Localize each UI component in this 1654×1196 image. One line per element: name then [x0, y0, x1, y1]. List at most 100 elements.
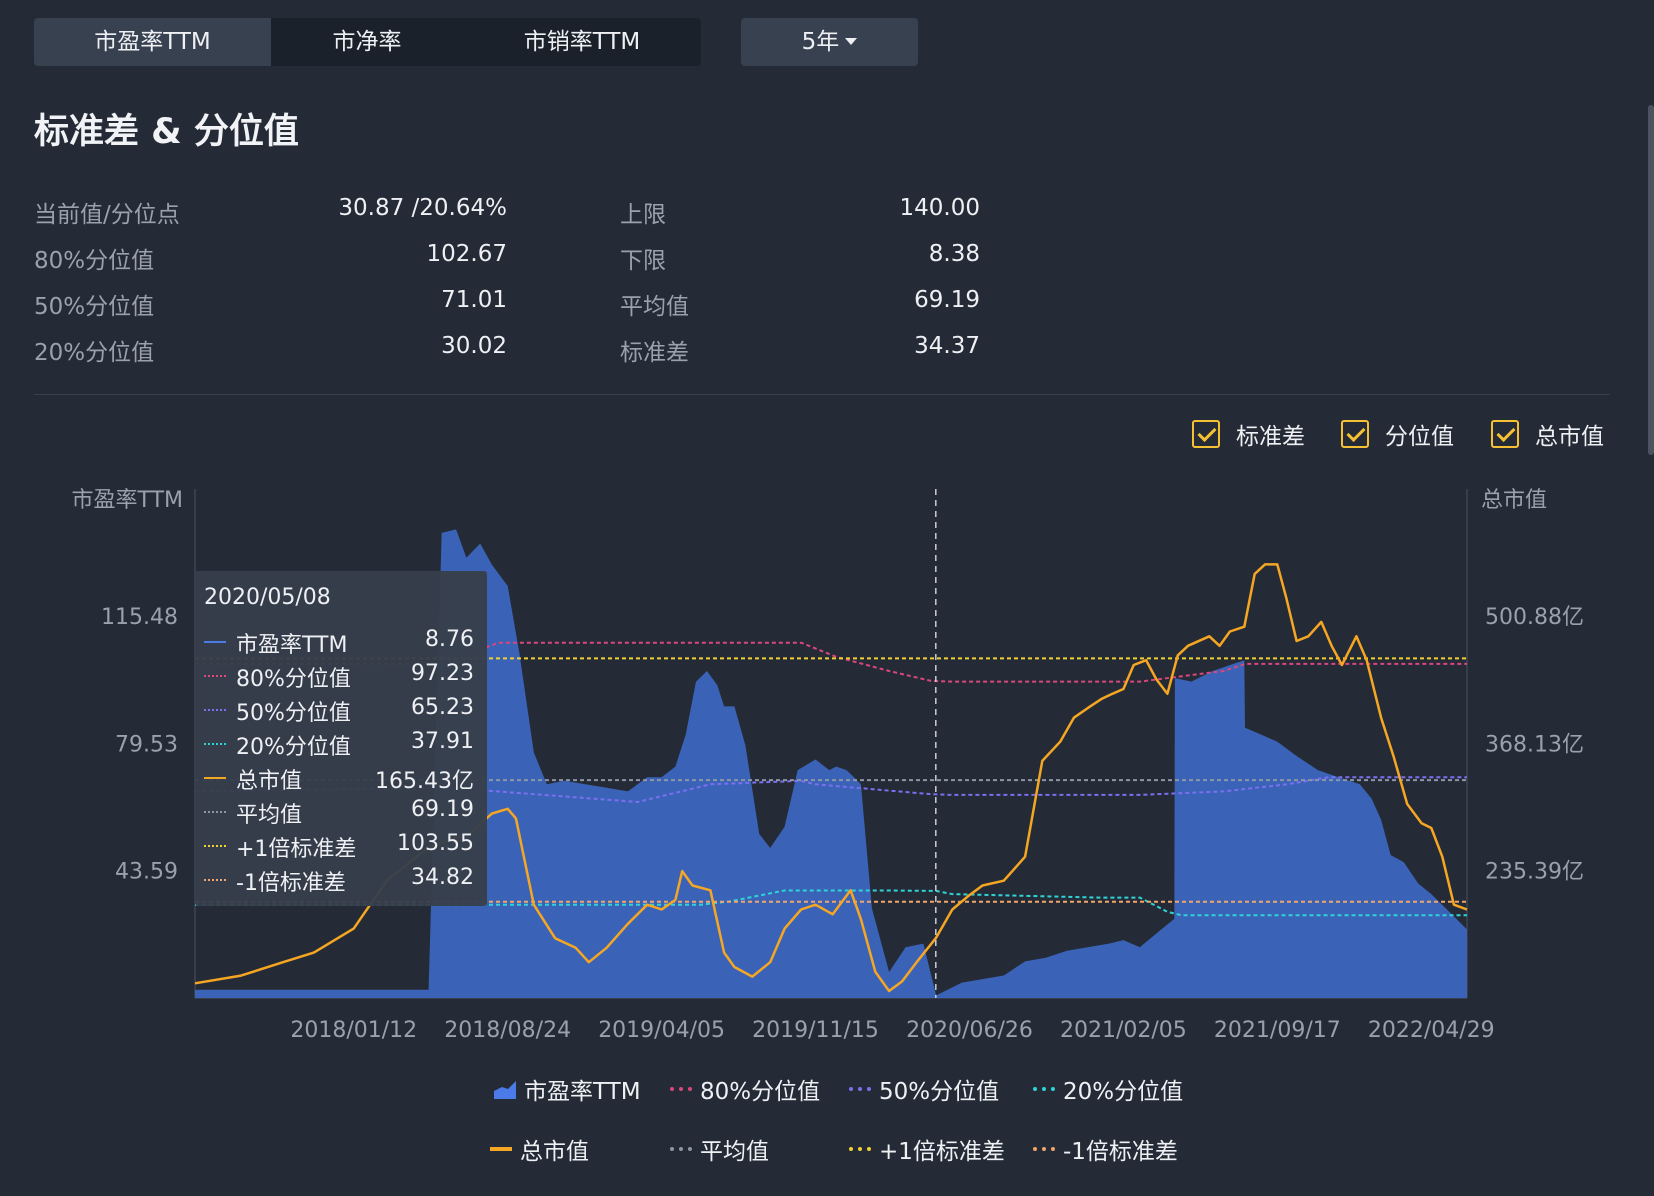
- tooltip-row: 50%分位值 65.23: [204, 694, 474, 726]
- tooltip-series-value: 37.91: [411, 729, 474, 754]
- toggle-label: 总市值: [1535, 424, 1604, 450]
- stat-value: 34.37: [914, 333, 980, 359]
- stat-label: 下限: [620, 248, 666, 274]
- stat-value: 140.00: [899, 195, 980, 221]
- toggle-percentile[interactable]: 分位值: [1341, 417, 1454, 451]
- tooltip-row: 总市值 165.43亿: [204, 762, 474, 794]
- x-tick-label: 2019/04/05: [598, 1018, 725, 1043]
- tooltip-series-value: 69.19: [411, 797, 474, 822]
- legend-item-p50[interactable]: 50%分位值: [849, 1072, 999, 1106]
- tooltip-row: 80%分位值 97.23: [204, 660, 474, 692]
- series-swatch: [204, 709, 226, 711]
- y2-axis-title: 总市值: [1481, 488, 1547, 513]
- legend-swatch: [849, 1087, 871, 1091]
- stat-value: 30.02: [441, 333, 507, 359]
- legend-swatch: [849, 1147, 871, 1151]
- tooltip-series-value: 8.76: [425, 627, 474, 652]
- tooltip-series-name: 20%分位值: [236, 735, 351, 760]
- series-swatch: [204, 845, 226, 847]
- tooltip-row: 市盈率TTM 8.76: [204, 626, 474, 658]
- section-title: 标准差 & 分位值: [34, 112, 299, 152]
- toggle-market-cap[interactable]: 总市值: [1491, 417, 1604, 451]
- tooltip-series-name: 80%分位值: [236, 667, 351, 692]
- tooltip-series-name: 50%分位值: [236, 701, 351, 726]
- y-tick-label: 79.53: [115, 732, 178, 757]
- tooltip-series-value: 103.55: [397, 831, 474, 856]
- x-tick-label: 2021/02/05: [1060, 1018, 1187, 1043]
- series-swatch: [204, 641, 226, 643]
- legend-item-mean[interactable]: 平均值: [670, 1132, 769, 1166]
- tooltip-series-name: 总市值: [236, 769, 303, 794]
- toggle-label: 分位值: [1385, 424, 1454, 450]
- divider: [34, 394, 1610, 395]
- caret-down-icon: [845, 37, 858, 45]
- stat-value: 69.19: [914, 287, 980, 313]
- stat-value: 30.87 /20.64%: [338, 195, 507, 221]
- legend-item-plus1[interactable]: +1倍标准差: [849, 1132, 1005, 1166]
- x-tick-label: 2019/11/15: [752, 1018, 879, 1043]
- legend-label: 80%分位值: [700, 1079, 821, 1105]
- checkbox-checked-icon[interactable]: [1341, 420, 1369, 448]
- legend-swatch: [1033, 1087, 1055, 1091]
- tab-pe-ttm[interactable]: 市盈率TTM: [34, 18, 271, 66]
- legend-item-mcap[interactable]: 总市值: [490, 1132, 589, 1166]
- stat-label: 上限: [620, 202, 666, 228]
- checkbox-checked-icon[interactable]: [1491, 420, 1519, 448]
- legend-item-p80[interactable]: 80%分位值: [670, 1072, 820, 1106]
- legend-swatch: [1033, 1147, 1055, 1151]
- tooltip-row: 平均值 69.19: [204, 796, 474, 828]
- legend-item-minus1[interactable]: -1倍标准差: [1033, 1132, 1178, 1166]
- tooltip-series-value: 65.23: [411, 695, 474, 720]
- x-tick-label: 2021/09/17: [1214, 1018, 1341, 1043]
- legend-item-p20[interactable]: 20%分位值: [1033, 1072, 1183, 1106]
- legend-item-pe[interactable]: 市盈率TTM: [494, 1072, 641, 1106]
- legend-label: 市盈率TTM: [524, 1079, 641, 1105]
- tooltip-row: 20%分位值 37.91: [204, 728, 474, 760]
- y-axis-title: 市盈率TTM: [72, 488, 183, 513]
- legend-label: +1倍标准差: [879, 1139, 1005, 1165]
- x-tick-label: 2020/06/26: [906, 1018, 1033, 1043]
- stat-value: 8.38: [928, 241, 980, 267]
- tooltip-series-value: 34.82: [411, 865, 474, 890]
- toggle-std[interactable]: 标准差: [1192, 417, 1305, 451]
- tooltip-date: 2020/05/08: [204, 585, 331, 610]
- stat-label: 20%分位值: [34, 340, 155, 366]
- tooltip-row: +1倍标准差 103.55: [204, 830, 474, 862]
- metric-tabs: 市盈率TTM 市净率 市销率TTM: [34, 18, 701, 66]
- legend-label: 总市值: [520, 1139, 589, 1165]
- y2-tick-label: 235.39亿: [1485, 860, 1584, 885]
- series-swatch: [204, 777, 226, 779]
- stat-label: 平均值: [620, 294, 689, 320]
- period-label: 5年: [801, 29, 840, 55]
- legend-label: 50%分位值: [879, 1079, 1000, 1105]
- y2-tick-label: 500.88亿: [1485, 605, 1584, 630]
- x-tick-label: 2018/01/12: [290, 1018, 417, 1043]
- stat-value: 71.01: [441, 287, 507, 313]
- legend-label: 20%分位值: [1063, 1079, 1184, 1105]
- tab-pb[interactable]: 市净率: [271, 18, 463, 66]
- tooltip-series-name: +1倍标准差: [236, 837, 357, 862]
- legend-swatch: [670, 1087, 692, 1091]
- checkbox-checked-icon[interactable]: [1192, 420, 1220, 448]
- legend-swatch: [494, 1081, 516, 1099]
- tab-ps-ttm[interactable]: 市销率TTM: [463, 18, 701, 66]
- stat-value: 102.67: [426, 241, 507, 267]
- y-tick-label: 115.48: [101, 605, 178, 630]
- y2-tick-label: 368.13亿: [1485, 732, 1584, 757]
- stat-label: 标准差: [620, 340, 689, 366]
- series-swatch: [204, 879, 226, 881]
- chart-tooltip: 2020/05/08 市盈率TTM 8.76 80%分位值 97.23 50%分位值 65…: [195, 571, 487, 906]
- tooltip-series-name: -1倍标准差: [236, 871, 346, 896]
- period-dropdown[interactable]: 5年: [741, 18, 918, 66]
- tooltip-series-name: 市盈率TTM: [236, 633, 348, 658]
- series-swatch: [204, 811, 226, 813]
- stat-label: 80%分位值: [34, 248, 155, 274]
- legend-label: 平均值: [700, 1139, 769, 1165]
- legend-swatch: [670, 1147, 692, 1151]
- toggle-label: 标准差: [1236, 424, 1305, 450]
- legend-swatch: [490, 1147, 512, 1151]
- scrollbar[interactable]: [1648, 105, 1654, 455]
- y-tick-label: 43.59: [115, 860, 178, 885]
- x-tick-label: 2018/08/24: [444, 1018, 571, 1043]
- tooltip-series-name: 平均值: [236, 803, 303, 828]
